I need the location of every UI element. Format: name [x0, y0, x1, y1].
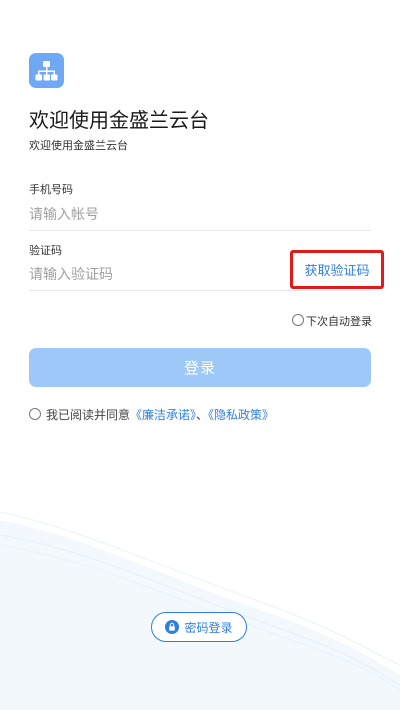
code-divider	[29, 290, 371, 291]
phone-label: 手机号码	[29, 183, 73, 196]
org-chart-icon	[35, 61, 58, 81]
verification-code-input[interactable]	[29, 263, 279, 287]
integrity-commitment-link[interactable]: 《廉洁承诺》	[130, 408, 196, 422]
phone-divider	[29, 230, 371, 231]
get-code-button[interactable]: 获取验证码	[290, 250, 384, 289]
page-title: 欢迎使用金盛兰云台	[29, 108, 209, 132]
code-label: 验证码	[29, 244, 62, 257]
agreement-prefix: 我已阅读并同意	[46, 408, 131, 422]
auto-login-radio[interactable]	[292, 314, 304, 326]
auto-login-label[interactable]: 下次自动登录	[306, 313, 372, 329]
password-login-label: 密码登录	[184, 620, 233, 635]
background-wave	[0, 511, 400, 710]
privacy-policy-link[interactable]: 《隐私政策》	[208, 408, 274, 422]
lock-icon	[165, 620, 180, 634]
agreement-text: 我已阅读并同意《廉洁承诺》、《隐私政策》	[46, 406, 274, 423]
agreement-radio[interactable]	[29, 408, 41, 420]
app-logo	[29, 53, 64, 88]
password-login-button[interactable]: 密码登录	[151, 612, 247, 642]
login-button[interactable]: 登录	[29, 348, 371, 387]
agreement-separator: 、	[196, 408, 209, 422]
page-subtitle: 欢迎使用金盛兰云台	[29, 139, 128, 152]
phone-input[interactable]	[29, 203, 371, 227]
